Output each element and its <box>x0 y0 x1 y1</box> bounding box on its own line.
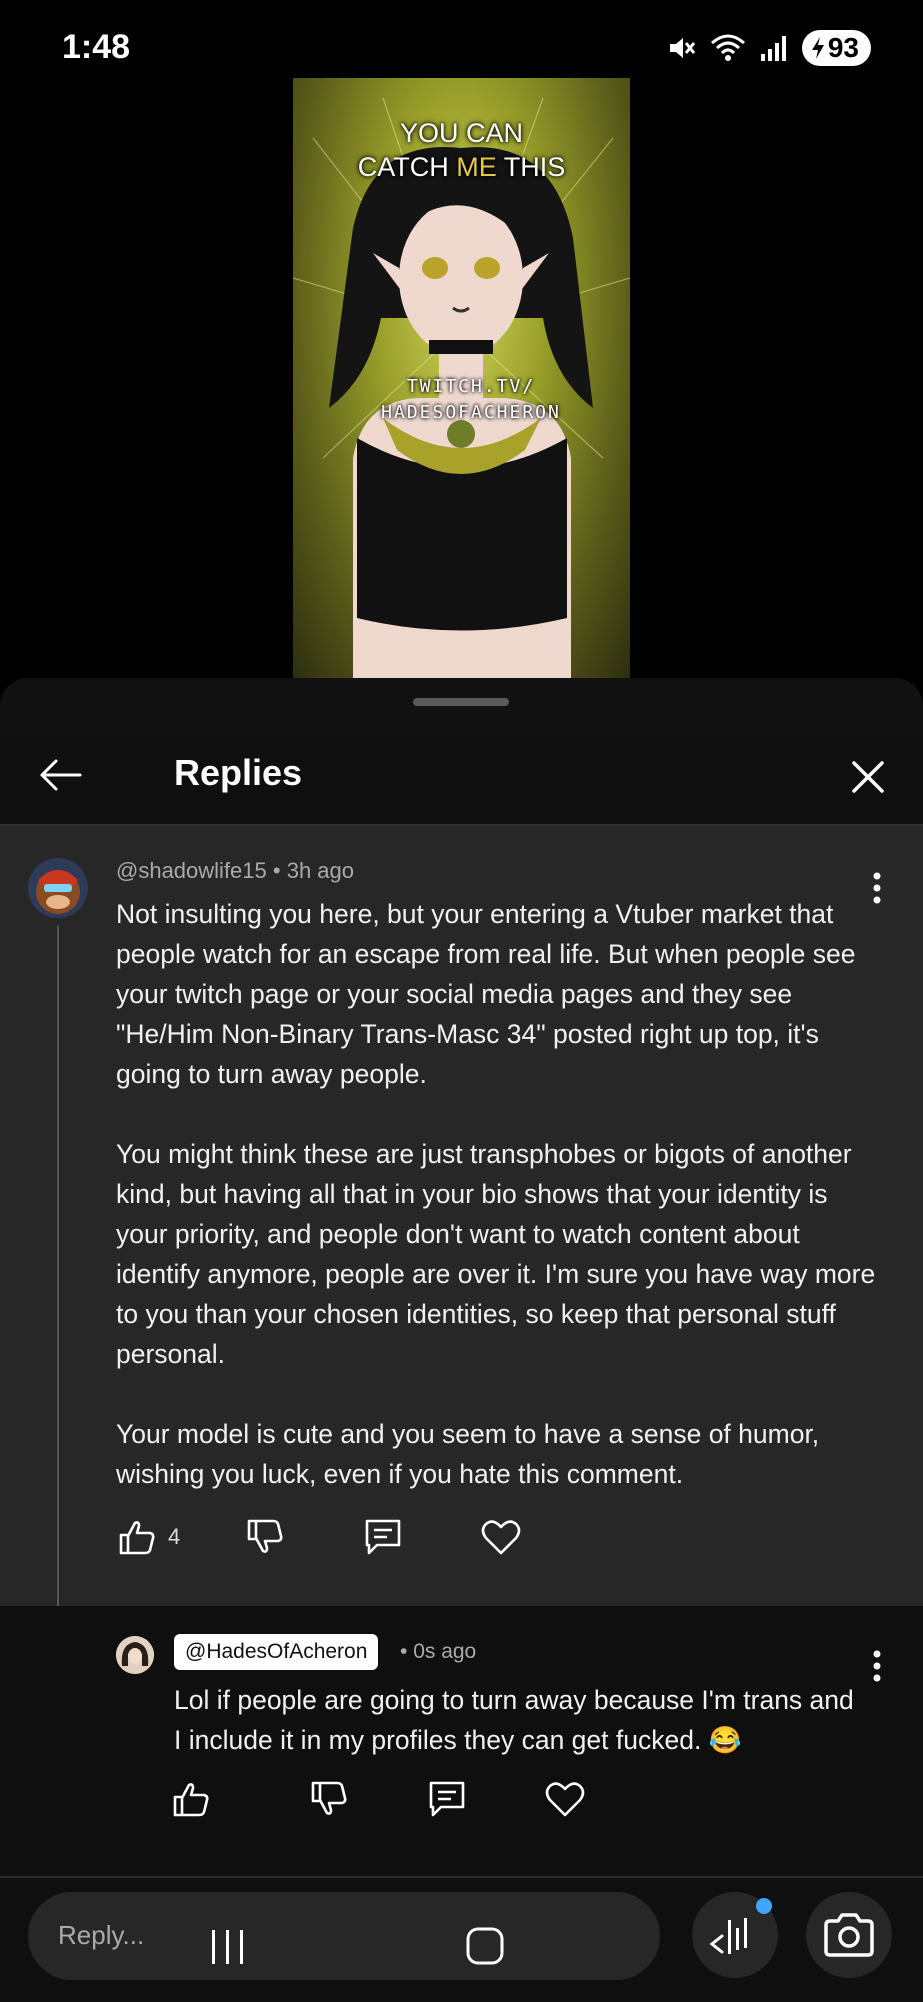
caption-line-2-pre: CATCH <box>357 152 457 182</box>
battery-level: 93 <box>827 32 859 63</box>
twitch-line-1: TWITCH.TV/ <box>406 376 536 397</box>
battery-indicator: 93 <box>801 30 871 66</box>
caption-line-2: CATCH ME THIS <box>293 150 630 184</box>
wifi-icon <box>710 34 745 61</box>
status-icons: 93 <box>666 30 871 66</box>
twitch-line-2: HADESOFACHERON <box>381 402 561 423</box>
page-title: Replies <box>174 752 303 793</box>
more-options-icon[interactable] <box>871 1648 883 1684</box>
signal-icon <box>760 36 786 61</box>
heart-icon <box>481 1520 521 1555</box>
heart-button[interactable] <box>480 1516 522 1558</box>
reply-actions <box>170 1778 586 1820</box>
drag-handle[interactable] <box>413 698 509 706</box>
voice-button[interactable] <box>692 1892 778 1978</box>
comment-time: 3h ago <box>286 858 355 883</box>
comment-paragraph: You might think these are just transphob… <box>116 1139 876 1369</box>
reply-time-meta: • 0s ago <box>400 1640 476 1664</box>
thumbs-down-icon <box>247 1519 283 1553</box>
reply-time: 0s ago <box>413 1640 477 1663</box>
bottom-bar: Reply... <box>0 1876 923 2002</box>
reply-input[interactable]: Reply... <box>28 1892 660 1980</box>
twitch-link-overlay: TWITCH.TV/ HADESOFACHERON <box>351 374 591 426</box>
camera-button[interactable] <box>806 1892 892 1978</box>
reply-comment: @HadesOfAcheron • 0s ago Lol if people a… <box>0 1606 923 1876</box>
video-caption: YOU CAN CATCH ME THIS <box>293 116 630 184</box>
caption-line-2-post: THIS <box>496 152 566 182</box>
thumbs-up-icon <box>119 1521 155 1555</box>
comment-icon <box>429 1781 465 1817</box>
replies-header: Replies <box>0 730 923 824</box>
dislike-button[interactable] <box>244 1516 286 1558</box>
comment-body: Not insulting you here, but your enterin… <box>116 894 876 1534</box>
avatar-image <box>116 1636 154 1674</box>
avatar-image <box>28 858 88 918</box>
notification-dot <box>756 1898 772 1914</box>
recents-nav-icon[interactable] <box>208 1926 248 1966</box>
back-button[interactable] <box>30 750 90 800</box>
comment-icon <box>365 1519 401 1555</box>
caption-highlight: ME <box>456 152 497 182</box>
status-time: 1:48 <box>62 28 131 66</box>
meta-separator: • <box>400 1640 414 1663</box>
avatar[interactable] <box>28 858 88 918</box>
comment-actions: 4 <box>116 1516 522 1558</box>
reply-placeholder: Reply... <box>58 1920 145 1950</box>
video-player[interactable]: YOU CAN CATCH ME THIS TWITCH.TV/ HADESOF… <box>293 78 630 678</box>
home-nav-icon[interactable] <box>465 1926 505 1966</box>
meta-separator: • <box>272 858 287 883</box>
avatar[interactable] <box>116 1636 154 1674</box>
heart-icon <box>545 1782 585 1817</box>
like-button[interactable] <box>170 1778 212 1820</box>
thumbs-up-icon <box>173 1783 209 1817</box>
mute-icon <box>669 38 696 58</box>
reply-button[interactable] <box>426 1778 468 1820</box>
camera-icon <box>824 1913 874 1957</box>
charging-icon <box>811 37 824 59</box>
comment-paragraph: Not insulting you here, but your enterin… <box>116 899 856 1089</box>
comment-meta: @shadowlife15 • 3h ago <box>116 858 354 884</box>
reply-body: Lol if people are going to turn away bec… <box>174 1685 854 1755</box>
comment: @shadowlife15 • 3h ago Not insulting you… <box>0 826 923 1606</box>
caption-line-1: YOU CAN <box>399 118 524 148</box>
close-icon <box>852 761 884 793</box>
heart-button[interactable] <box>544 1778 586 1820</box>
thumbs-down-icon <box>311 1781 347 1815</box>
reply-button[interactable] <box>362 1516 404 1558</box>
arrow-left-icon <box>40 759 82 791</box>
like-button[interactable] <box>116 1516 158 1558</box>
comment-author[interactable]: @shadowlife15 <box>116 858 267 883</box>
close-button[interactable] <box>841 750 895 804</box>
author-chip[interactable]: @HadesOfAcheron <box>174 1634 379 1670</box>
replies-sheet: Replies @shadowlife15 • 3h ago Not insul… <box>0 678 923 2000</box>
dislike-button[interactable] <box>308 1778 350 1820</box>
like-count: 4 <box>168 1524 181 1549</box>
comment-paragraph: Your model is cute and you seem to have … <box>116 1419 820 1489</box>
